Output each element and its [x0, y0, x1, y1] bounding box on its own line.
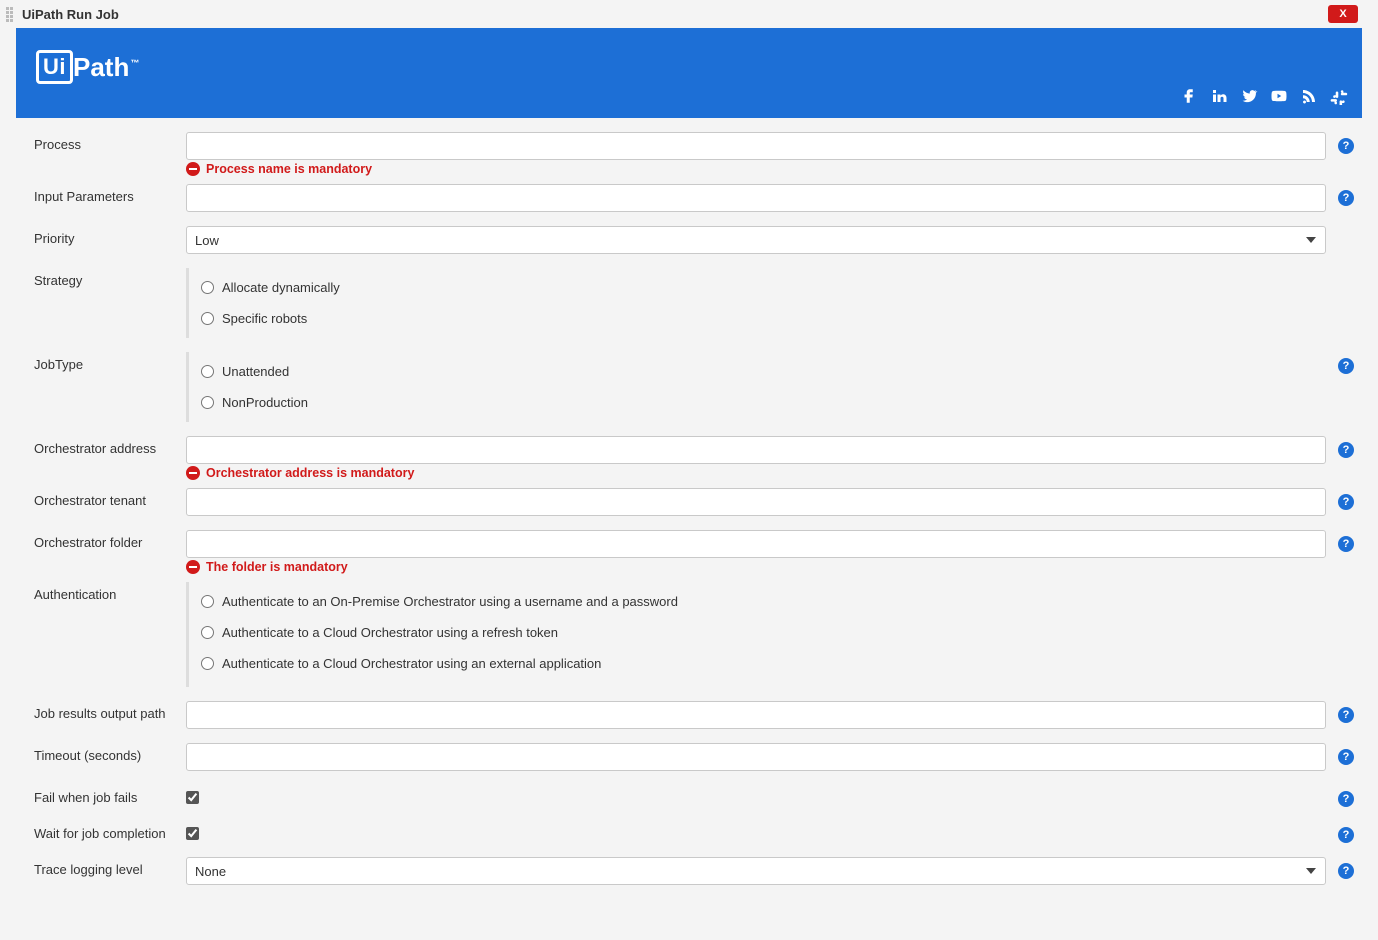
social-icons — [1180, 87, 1348, 108]
auth-radio-external[interactable] — [201, 657, 214, 670]
priority-select[interactable]: Low — [186, 226, 1326, 254]
wait-checkbox[interactable] — [186, 827, 199, 840]
results-path-label: Job results output path — [34, 701, 186, 721]
linkedin-icon[interactable] — [1210, 87, 1228, 108]
timeout-input[interactable] — [186, 743, 1326, 771]
error-icon — [186, 162, 200, 176]
help-icon[interactable]: ? — [1338, 791, 1354, 807]
process-label: Process — [34, 132, 186, 152]
trace-select[interactable]: None — [186, 857, 1326, 885]
close-button[interactable]: X — [1328, 5, 1358, 23]
auth-label: Authentication — [34, 582, 186, 602]
auth-radio-refresh[interactable] — [201, 626, 214, 639]
help-icon[interactable]: ? — [1338, 494, 1354, 510]
trace-label: Trace logging level — [34, 857, 186, 877]
orch-address-error: Orchestrator address is mandatory — [186, 466, 1362, 480]
orch-folder-input[interactable] — [186, 530, 1326, 558]
logo-text: Path™ — [73, 52, 139, 83]
strategy-label: Strategy — [34, 268, 186, 288]
timeout-label: Timeout (seconds) — [34, 743, 186, 763]
help-icon[interactable]: ? — [1338, 442, 1354, 458]
process-input[interactable] — [186, 132, 1326, 160]
fail-label: Fail when job fails — [34, 785, 186, 805]
fail-checkbox[interactable] — [186, 791, 199, 804]
help-icon[interactable]: ? — [1338, 707, 1354, 723]
help-icon[interactable]: ? — [1338, 358, 1354, 374]
help-icon[interactable]: ? — [1338, 190, 1354, 206]
help-icon[interactable]: ? — [1338, 863, 1354, 879]
strategy-radio-dynamic[interactable] — [201, 281, 214, 294]
orch-folder-error: The folder is mandatory — [186, 560, 1362, 574]
jobtype-radio-nonprod[interactable] — [201, 396, 214, 409]
uipath-logo: Ui Path™ — [36, 50, 139, 84]
input-params-label: Input Parameters — [34, 184, 186, 204]
orch-tenant-label: Orchestrator tenant — [34, 488, 186, 508]
strategy-option-dynamic[interactable]: Allocate dynamically — [222, 280, 340, 295]
auth-option-external[interactable]: Authenticate to a Cloud Orchestrator usi… — [222, 656, 601, 671]
orch-address-input[interactable] — [186, 436, 1326, 464]
logo-box: Ui — [36, 50, 73, 84]
process-error: Process name is mandatory — [186, 162, 1362, 176]
youtube-icon[interactable] — [1270, 87, 1288, 108]
wait-label: Wait for job completion — [34, 821, 186, 841]
auth-radio-onprem[interactable] — [201, 595, 214, 608]
banner: Ui Path™ — [16, 28, 1362, 118]
error-icon — [186, 466, 200, 480]
slack-icon[interactable] — [1330, 87, 1348, 108]
orch-tenant-input[interactable] — [186, 488, 1326, 516]
drag-handle-icon[interactable] — [6, 7, 16, 21]
auth-option-onprem[interactable]: Authenticate to an On-Premise Orchestrat… — [222, 594, 678, 609]
results-path-input[interactable] — [186, 701, 1326, 729]
window-title: UiPath Run Job — [22, 7, 119, 22]
jobtype-radio-unattended[interactable] — [201, 365, 214, 378]
strategy-option-specific[interactable]: Specific robots — [222, 311, 307, 326]
help-icon[interactable]: ? — [1338, 138, 1354, 154]
help-icon[interactable]: ? — [1338, 749, 1354, 765]
title-bar: UiPath Run Job X — [0, 0, 1378, 28]
strategy-radio-specific[interactable] — [201, 312, 214, 325]
jobtype-label: JobType — [34, 352, 186, 372]
facebook-icon[interactable] — [1180, 87, 1198, 108]
jobtype-option-nonprod[interactable]: NonProduction — [222, 395, 308, 410]
twitter-icon[interactable] — [1240, 87, 1258, 108]
help-icon[interactable]: ? — [1338, 536, 1354, 552]
priority-label: Priority — [34, 226, 186, 246]
auth-option-refresh[interactable]: Authenticate to a Cloud Orchestrator usi… — [222, 625, 558, 640]
help-icon[interactable]: ? — [1338, 827, 1354, 843]
jobtype-option-unattended[interactable]: Unattended — [222, 364, 289, 379]
error-icon — [186, 560, 200, 574]
orch-address-label: Orchestrator address — [34, 436, 186, 456]
orch-folder-label: Orchestrator folder — [34, 530, 186, 550]
input-params-input[interactable] — [186, 184, 1326, 212]
rss-icon[interactable] — [1300, 87, 1318, 108]
